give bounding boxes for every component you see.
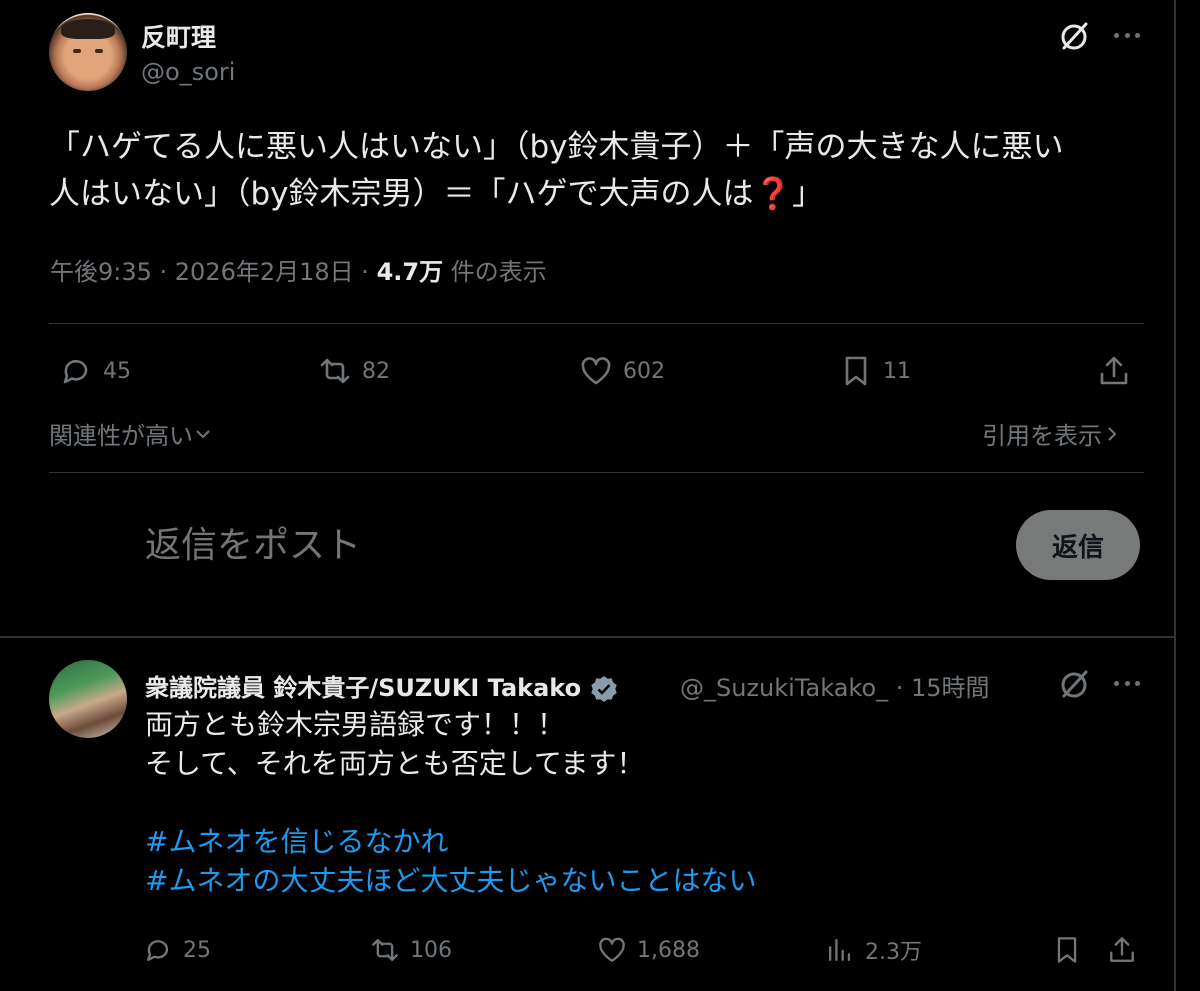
reply-icon — [63, 359, 88, 384]
bookmark-icon — [1057, 937, 1077, 963]
share-action[interactable] — [1095, 352, 1141, 390]
avatar[interactable] — [49, 660, 127, 738]
view-count: 4.7万 — [376, 258, 444, 286]
reply-time: · 15時間 — [888, 674, 990, 702]
avatar[interactable] — [49, 13, 127, 91]
hashtag-link[interactable]: #ムネオを信じるなかれ — [145, 822, 1145, 861]
hashtag-link[interactable]: #ムネオの大丈夫ほど大丈夫じゃないことはない — [145, 861, 1145, 900]
like-action[interactable]: 1,688 — [595, 933, 700, 967]
divider — [49, 472, 1144, 473]
bookmark-action[interactable] — [1050, 933, 1092, 967]
main-tweet: 反町理 @o_sori 「ハゲてる人に悪い人はいない」（by鈴木貴子）＋「声の大… — [0, 0, 1176, 638]
reply-text: 両方とも鈴木宗男語録です！！！ そして、それを両方とも否定してます！ #ムネオを… — [145, 705, 1145, 900]
reply-action[interactable]: 25 — [141, 933, 211, 967]
reply-icon — [146, 940, 169, 962]
chevron-right-icon — [1108, 426, 1117, 441]
timestamp[interactable]: 午後9:35 · 2026年2月18日 · — [50, 258, 377, 286]
views-action[interactable]: 2.3万 — [823, 933, 922, 967]
share-icon — [1110, 937, 1134, 962]
share-icon — [1100, 356, 1128, 385]
repost-icon — [320, 358, 350, 384]
heart-icon — [581, 357, 611, 385]
bookmark-action[interactable]: 11 — [837, 352, 911, 390]
reply-action[interactable]: 45 — [57, 352, 131, 390]
like-action[interactable]: 602 — [577, 352, 665, 390]
repost-icon — [372, 938, 398, 962]
share-action[interactable] — [1105, 933, 1147, 967]
reply-input[interactable] — [145, 520, 965, 570]
bookmark-icon — [845, 356, 867, 386]
tweet-text: 「ハゲてる人に悪い人はいない」（by鈴木貴子）＋「声の大きな人に悪い 人はいない… — [49, 129, 1064, 212]
view-quotes-link[interactable]: 引用を表示 — [982, 416, 1122, 451]
tweet-meta: 午後9:35 · 2026年2月18日 · 4.7万 件の表示 — [50, 258, 547, 286]
author-name[interactable]: 反町理 — [141, 18, 216, 54]
heart-icon — [599, 937, 625, 962]
chevron-down-icon — [196, 429, 210, 438]
verified-badge-icon — [591, 676, 618, 702]
repost-action[interactable]: 82 — [316, 352, 390, 390]
question-emoji: ❓ — [753, 176, 793, 212]
relevance-dropdown[interactable]: 関連性が高い — [49, 416, 213, 451]
more-options-icon[interactable] — [1112, 20, 1142, 50]
analytics-icon — [828, 938, 851, 962]
more-options-icon[interactable] — [1112, 668, 1142, 698]
grok-icon[interactable] — [1057, 667, 1091, 701]
reply-button[interactable]: 返信 — [1016, 510, 1140, 580]
reply-author-handle[interactable]: @_SuzukiTakako_ · 15時間 — [680, 668, 990, 703]
grok-icon[interactable] — [1057, 19, 1091, 53]
author-handle[interactable]: @o_sori — [141, 58, 235, 86]
reply-author-name[interactable]: 衆議院議員 鈴木貴子/SUZUKI Takako — [145, 668, 619, 704]
divider — [49, 323, 1144, 324]
repost-action[interactable]: 106 — [368, 933, 452, 967]
